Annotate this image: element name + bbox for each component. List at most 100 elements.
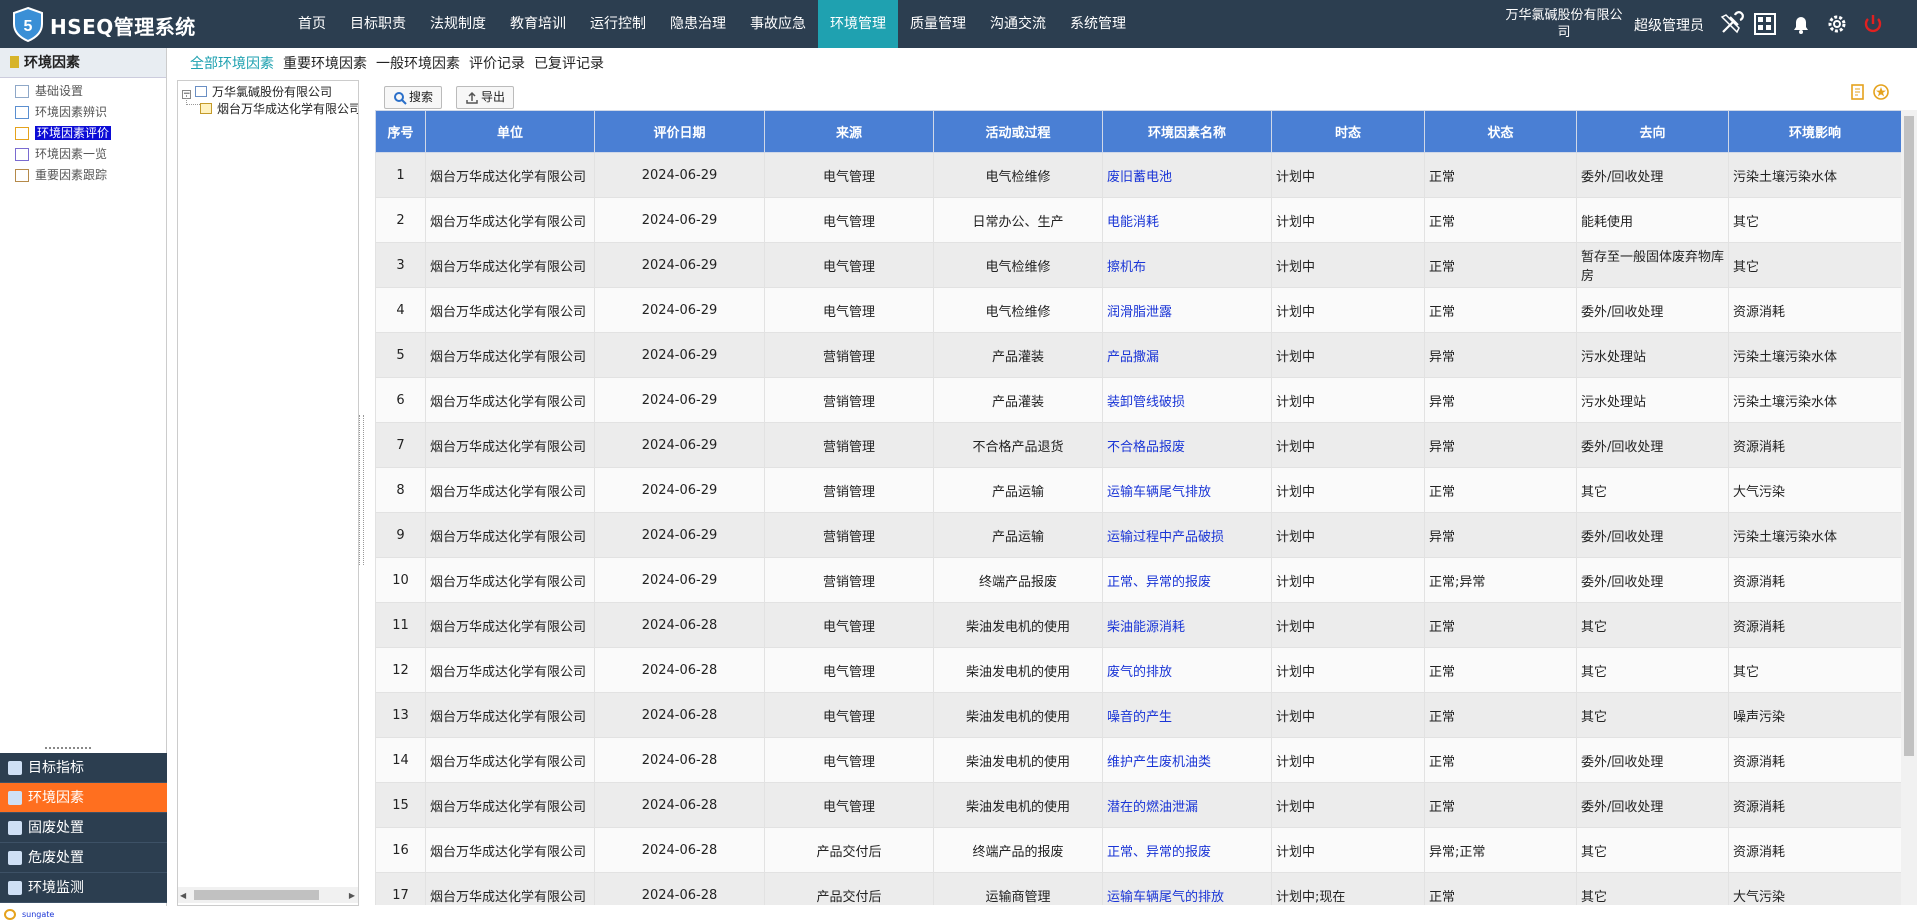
bottom-menu-solid-waste[interactable]: 固废处置	[0, 813, 167, 843]
table-row[interactable]: 7 烟台万华成达化学有限公司 2024-06-29 营销管理 不合格产品退货 不合格品报废…	[375, 422, 1901, 468]
factor-name-link[interactable]: 维护产生废机油类	[1102, 737, 1272, 783]
tools-icon[interactable]	[1718, 11, 1744, 37]
user-name[interactable]: 超级管理员	[1634, 15, 1704, 35]
nav-operation[interactable]: 运行控制	[578, 0, 658, 48]
column-header[interactable]: 去向	[1576, 110, 1729, 153]
note-icon[interactable]	[1850, 84, 1866, 100]
panel-splitter[interactable]	[359, 415, 364, 565]
tab-all-factors[interactable]: 全部环境因素	[190, 53, 274, 73]
factor-name-link[interactable]: 电能消耗	[1102, 197, 1272, 243]
bottom-menu-targets[interactable]: 目标指标	[0, 753, 167, 783]
factor-name-link[interactable]: 装卸管线破损	[1102, 377, 1272, 423]
gear-icon[interactable]	[1824, 11, 1850, 37]
table-cell: 委外/回收处理	[1576, 557, 1729, 603]
nav-emergency[interactable]: 事故应急	[738, 0, 818, 48]
menu-item-icon	[15, 169, 29, 182]
table-row[interactable]: 14 烟台万华成达化学有限公司 2024-06-28 电气管理 柴油发电机的使用 维护产生…	[375, 737, 1901, 783]
menu-factor-evaluation[interactable]: 环境因素评价	[0, 123, 166, 144]
bottom-menu-env-monitoring[interactable]: 环境监测	[0, 873, 167, 903]
table-row[interactable]: 5 烟台万华成达化学有限公司 2024-06-29 营销管理 产品灌装 产品撒漏 计划中 异常…	[375, 332, 1901, 378]
bottom-menu-hazardous-waste[interactable]: 危废处置	[0, 843, 167, 873]
table-cell: 异常	[1424, 512, 1577, 558]
nav-communication[interactable]: 沟通交流	[978, 0, 1058, 48]
nav-environment[interactable]: 环境管理	[818, 0, 898, 48]
column-header[interactable]: 环境影响	[1728, 110, 1901, 153]
nav-regulations[interactable]: 法规制度	[418, 0, 498, 48]
splitter-handle[interactable]	[45, 747, 91, 750]
table-cell: 营销管理	[764, 332, 934, 378]
nav-home[interactable]: 首页	[286, 0, 338, 48]
nav-goals[interactable]: 目标职责	[338, 0, 418, 48]
menu-key-factor-tracking[interactable]: 重要因素跟踪	[0, 165, 166, 186]
bottom-menu-env-factors[interactable]: 环境因素	[0, 783, 167, 813]
power-icon[interactable]	[1860, 11, 1886, 37]
nav-quality[interactable]: 质量管理	[898, 0, 978, 48]
factor-name-link[interactable]: 噪音的产生	[1102, 692, 1272, 738]
table-row[interactable]: 13 烟台万华成达化学有限公司 2024-06-28 电气管理 柴油发电机的使用 噪音的产…	[375, 692, 1901, 738]
tree-horizontal-scrollbar[interactable]: ◀ ▶	[178, 887, 358, 903]
menu-factor-identification[interactable]: 环境因素辨识	[0, 102, 166, 123]
grid-vertical-scrollbar[interactable]	[1901, 110, 1917, 905]
table-row[interactable]: 10 烟台万华成达化学有限公司 2024-06-29 营销管理 终端产品报废 正常、异常的…	[375, 557, 1901, 603]
table-cell: 正常	[1424, 287, 1577, 333]
tab-general-factors[interactable]: 一般环境因素	[376, 53, 460, 73]
table-cell: 计划中	[1271, 422, 1425, 468]
column-header[interactable]: 环境因素名称	[1102, 110, 1272, 153]
column-header[interactable]: 单位	[425, 110, 595, 153]
scroll-thumb[interactable]	[1904, 116, 1914, 756]
tree-root[interactable]: − 万华氯碱股份有限公司	[182, 83, 332, 100]
factor-name-link[interactable]: 潜在的燃油泄漏	[1102, 782, 1272, 828]
table-row[interactable]: 4 烟台万华成达化学有限公司 2024-06-29 电气管理 电气检维修 润滑脂泄露 计划中…	[375, 287, 1901, 333]
column-header[interactable]: 时态	[1271, 110, 1425, 153]
table-cell: 运输商管理	[933, 872, 1103, 905]
factor-name-link[interactable]: 擦机布	[1102, 242, 1272, 288]
nav-hazards[interactable]: 隐患治理	[658, 0, 738, 48]
factor-name-link[interactable]: 废气的排放	[1102, 647, 1272, 693]
factor-name-link[interactable]: 废旧蓄电池	[1102, 152, 1272, 198]
table-row[interactable]: 3 烟台万华成达化学有限公司 2024-06-29 电气管理 电气检维修 擦机布 计划中 正常…	[375, 242, 1901, 288]
export-button[interactable]: 导出	[456, 86, 515, 109]
nav-training[interactable]: 教育培训	[498, 0, 578, 48]
factor-name-link[interactable]: 产品撒漏	[1102, 332, 1272, 378]
tab-evaluation-records[interactable]: 评价记录	[469, 53, 525, 73]
nav-system[interactable]: 系统管理	[1058, 0, 1138, 48]
table-cell: 计划中;现在	[1271, 872, 1425, 905]
menu-item-icon	[15, 106, 29, 119]
factor-name-link[interactable]: 运输过程中产品破损	[1102, 512, 1272, 558]
factor-name-link[interactable]: 柴油能源消耗	[1102, 602, 1272, 648]
table-cell: 2	[375, 197, 426, 243]
table-cell: 计划中	[1271, 692, 1425, 738]
column-header[interactable]: 状态	[1424, 110, 1577, 153]
table-cell: 污染土壤污染水体	[1728, 512, 1901, 558]
table-row[interactable]: 6 烟台万华成达化学有限公司 2024-06-29 营销管理 产品灌装 装卸管线破损 计划中…	[375, 377, 1901, 423]
menu-factor-list[interactable]: 环境因素一览	[0, 144, 166, 165]
table-row[interactable]: 2 烟台万华成达化学有限公司 2024-06-29 电气管理 日常办公、生产 电能消耗 计划…	[375, 197, 1901, 243]
table-row[interactable]: 15 烟台万华成达化学有限公司 2024-06-28 电气管理 柴油发电机的使用 潜在的燃…	[375, 782, 1901, 828]
star-icon[interactable]	[1873, 84, 1889, 100]
tree-node-company[interactable]: 烟台万华成达化学有限公司	[200, 100, 358, 117]
factor-name-link[interactable]: 运输车辆尾气排放	[1102, 467, 1272, 513]
table-row[interactable]: 17 烟台万华成达化学有限公司 2024-06-28 产品交付后 运输商管理 运输车辆尾气…	[375, 872, 1901, 905]
grid-icon[interactable]	[1752, 11, 1778, 37]
column-header[interactable]: 来源	[764, 110, 934, 153]
menu-basic-settings[interactable]: 基础设置	[0, 81, 166, 102]
table-row[interactable]: 8 烟台万华成达化学有限公司 2024-06-29 营销管理 产品运输 运输车辆尾气排放计…	[375, 467, 1901, 513]
bell-icon[interactable]	[1788, 11, 1814, 37]
table-row[interactable]: 11 烟台万华成达化学有限公司 2024-06-28 电气管理 柴油发电机的使用 柴油能源…	[375, 602, 1901, 648]
factor-name-link[interactable]: 润滑脂泄露	[1102, 287, 1272, 333]
factor-name-link[interactable]: 不合格品报废	[1102, 422, 1272, 468]
table-row[interactable]: 1 烟台万华成达化学有限公司 2024-06-29 电气管理 电气检维修 废旧蓄电池 计划中…	[375, 152, 1901, 198]
tab-reevaluation-records[interactable]: 已复评记录	[534, 53, 604, 73]
column-header[interactable]: 评价日期	[594, 110, 765, 153]
table-row[interactable]: 9 烟台万华成达化学有限公司 2024-06-29 营销管理 产品运输 运输过程中产品破损…	[375, 512, 1901, 558]
tab-important-factors[interactable]: 重要环境因素	[283, 53, 367, 73]
search-button[interactable]: 搜索	[384, 86, 443, 109]
table-row[interactable]: 16 烟台万华成达化学有限公司 2024-06-28 产品交付后 终端产品的报废 正常、异…	[375, 827, 1901, 873]
table-cell: 产品交付后	[764, 872, 934, 905]
factor-name-link[interactable]: 运输车辆尾气的排放	[1102, 872, 1272, 905]
factor-name-link[interactable]: 正常、异常的报废	[1102, 557, 1272, 603]
factor-name-link[interactable]: 正常、异常的报废	[1102, 827, 1272, 873]
column-header[interactable]: 活动或过程	[933, 110, 1103, 153]
column-header[interactable]: 序号	[375, 110, 426, 153]
table-row[interactable]: 12 烟台万华成达化学有限公司 2024-06-28 电气管理 柴油发电机的使用 废气的排…	[375, 647, 1901, 693]
